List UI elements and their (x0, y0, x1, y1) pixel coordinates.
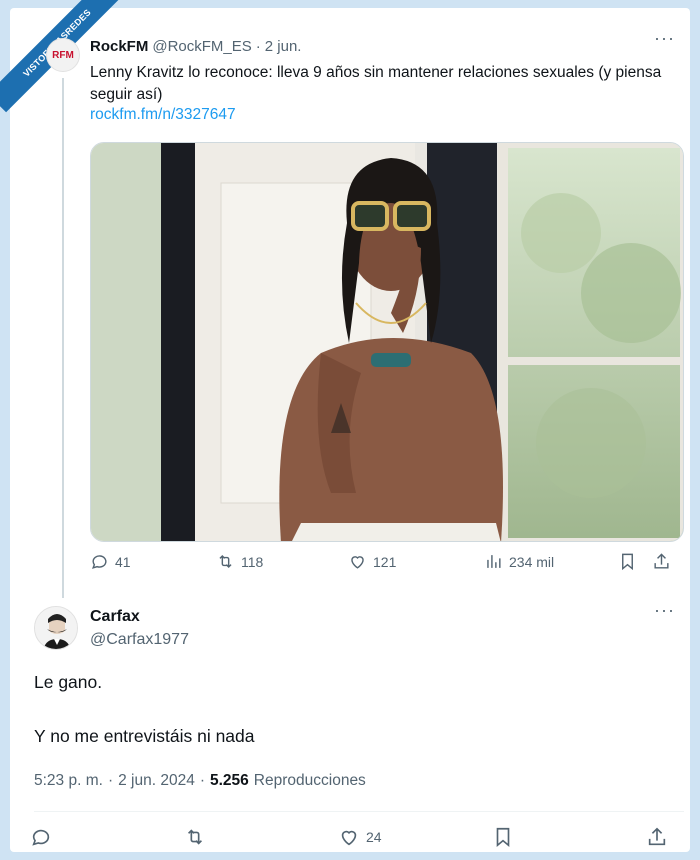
reply-button[interactable]: 41 (90, 552, 131, 571)
share-action-button[interactable] (646, 826, 668, 848)
retweet-icon (187, 829, 203, 845)
photo-illustration (91, 143, 683, 541)
retweet-button[interactable]: 118 (216, 552, 263, 571)
tweet-text: Lenny Kravitz lo reconoce: lleva 9 años … (90, 64, 662, 103)
tweet-media-image[interactable] (90, 142, 684, 542)
bookmark-action-button[interactable] (492, 826, 514, 848)
bookmark-icon (496, 827, 510, 848)
views-button[interactable]: 234 mil (484, 552, 554, 571)
carfax-avatar-illustration (35, 607, 77, 649)
rockfm-avatar-text: RFM (52, 49, 74, 61)
heart-icon (351, 556, 364, 569)
reply-action-button[interactable] (30, 826, 52, 848)
divider (34, 811, 684, 812)
carfax-avatar[interactable] (34, 606, 78, 650)
tweet-date[interactable]: 2 jun. (265, 38, 302, 55)
reply-icon (91, 555, 107, 569)
retweet-action-button[interactable] (184, 826, 206, 848)
reply-text-line2: Y no me entrevistáis ni nada (34, 726, 255, 746)
retweet-count: 118 (241, 553, 264, 570)
views-count: 234 mil (509, 553, 555, 570)
share-icon (654, 553, 669, 569)
reply-author-name[interactable]: Carfax (90, 608, 140, 626)
tweet-metadata: 5:23 p. m. · 2 jun. 2024 · 5.256 Reprodu… (34, 772, 366, 790)
reply-author-handle[interactable]: @Carfax1977 (90, 631, 189, 649)
meta-separator: · (107, 772, 114, 789)
views-number: 5.256 (210, 772, 249, 789)
thread-line (62, 78, 64, 598)
share-icon (648, 827, 666, 846)
separator: · (255, 38, 261, 55)
reply-like-count: 24 (366, 829, 382, 845)
author-handle[interactable]: @RockFM_ES (152, 38, 251, 55)
reply-text-line1: Le gano. (34, 672, 103, 692)
reply-count: 41 (115, 553, 131, 570)
reply-icon (32, 829, 50, 846)
more-options-icon[interactable]: ··· (654, 28, 675, 49)
tweet-time[interactable]: 5:23 p. m. (34, 772, 103, 790)
rockfm-avatar[interactable]: RFM (46, 38, 80, 72)
reply-more-options-icon[interactable]: ··· (654, 600, 675, 621)
like-button[interactable]: 121 (348, 552, 396, 571)
tweet-card: VISTOENLASREDES .com RFM RockFM @RockFM_… (0, 0, 690, 852)
heart-icon (341, 830, 357, 846)
like-action-button[interactable]: 24 (338, 826, 382, 848)
meta-separator: · (199, 772, 205, 789)
author-name[interactable]: RockFM (90, 38, 148, 55)
share-button[interactable] (652, 552, 671, 571)
analytics-icon (487, 555, 501, 568)
views-label: Reproducciones (253, 772, 366, 789)
bookmark-icon (622, 553, 633, 571)
like-count: 121 (373, 553, 397, 570)
bookmark-button[interactable] (618, 552, 637, 571)
tweet-full-date[interactable]: 2 jun. 2024 (118, 772, 195, 790)
retweet-icon (219, 554, 232, 569)
article-link[interactable]: rockfm.fm/n/3327647 (90, 106, 236, 124)
quoted-tweet-header: RockFM @RockFM_ES · 2 jun. (90, 38, 301, 55)
